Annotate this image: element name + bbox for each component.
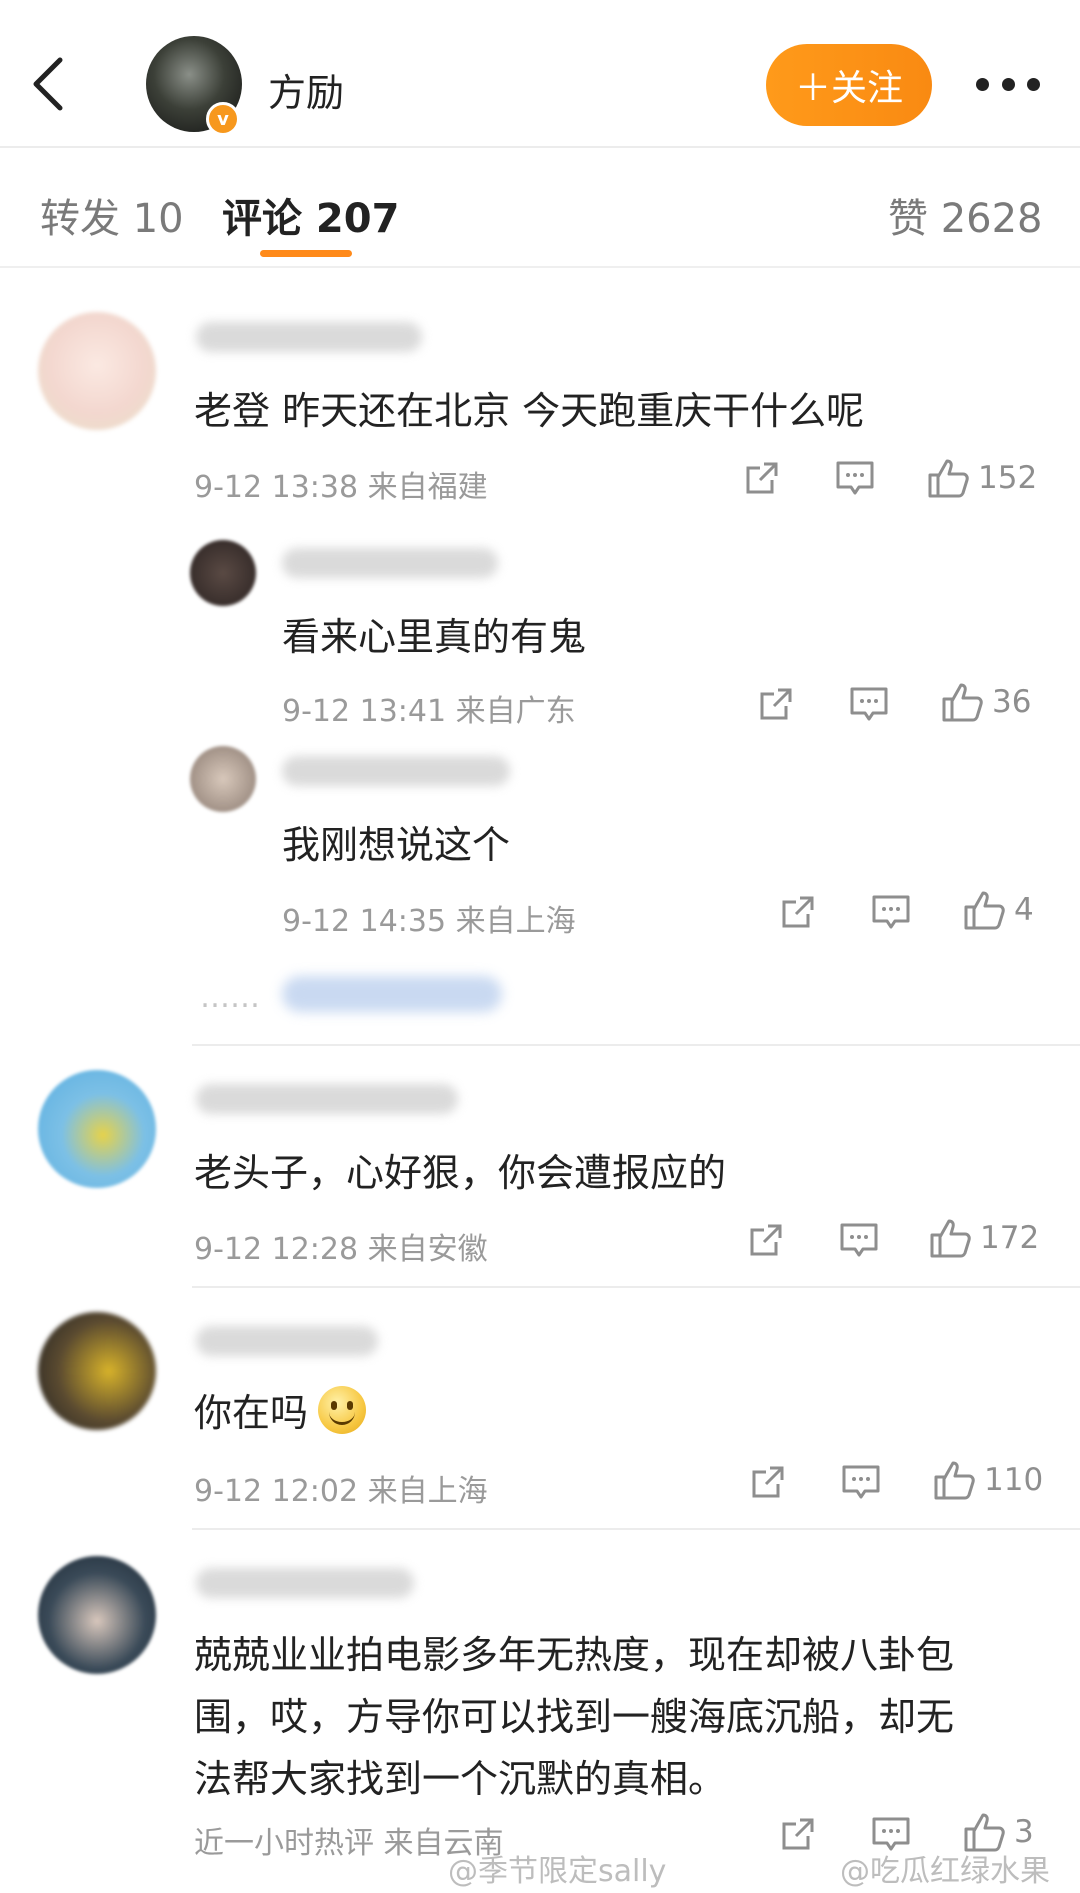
like-button[interactable]: 4	[962, 888, 1034, 932]
reply-text: 我刚想说这个	[282, 823, 511, 867]
share-icon	[746, 462, 778, 494]
share-icon	[752, 1466, 784, 1498]
comment-icon	[836, 461, 874, 495]
commenter-name-blurred	[196, 1084, 458, 1114]
divider	[192, 1528, 1080, 1530]
comment-text: 你在吗	[194, 1382, 367, 1437]
commenter-name-blurred	[282, 548, 498, 578]
share-button[interactable]	[778, 1814, 818, 1854]
share-icon	[782, 896, 814, 928]
share-icon	[760, 688, 792, 720]
more-dots-icon[interactable]	[976, 78, 1040, 92]
reply-button[interactable]	[870, 892, 912, 932]
like-button[interactable]: 172	[928, 1216, 1039, 1260]
back-button[interactable]	[30, 56, 70, 112]
commenter-name-blurred	[282, 756, 510, 786]
share-button[interactable]	[742, 458, 782, 498]
comment-text-line: 兢兢业业拍电影多年无热度，现在却被八卦包	[194, 1633, 955, 1677]
comment-meta: 9-12 12:02 来自上海	[194, 1474, 488, 1509]
more-replies-link-blurred[interactable]	[282, 976, 502, 1012]
comment-meta: 9-12 12:28 来自安徽	[194, 1232, 488, 1267]
thumbs-up-icon	[928, 459, 969, 498]
thumbs-up-icon	[930, 1219, 971, 1258]
comment-icon	[842, 1465, 880, 1499]
smile-emoji-icon	[318, 1386, 367, 1434]
chevron-left-icon	[33, 57, 63, 111]
comment-meta: 9-12 13:38 来自福建	[194, 470, 488, 505]
thumbs-up-icon	[964, 891, 1005, 930]
reply-meta: 9-12 14:35 来自上海	[282, 904, 576, 939]
like-button[interactable]: 152	[926, 456, 1037, 500]
share-icon	[750, 1224, 782, 1256]
avatar[interactable]	[190, 540, 256, 606]
commenter-name-blurred	[196, 1568, 414, 1598]
watermark-right: @吃瓜红绿水果	[840, 1854, 1050, 1889]
avatar[interactable]	[38, 312, 156, 430]
share-button[interactable]	[778, 892, 818, 932]
reply-text: 看来心里真的有鬼	[282, 615, 587, 659]
watermark-left: @季节限定sally	[448, 1854, 667, 1889]
like-count: 152	[978, 460, 1038, 496]
share-button[interactable]	[756, 684, 796, 724]
tab-comments[interactable]: 评论 207	[222, 186, 399, 244]
tab-bar: 转发 10 评论 207 赞 2628	[0, 150, 1080, 268]
like-button[interactable]: 110	[932, 1458, 1043, 1502]
divider	[192, 1044, 1080, 1046]
like-count: 110	[984, 1462, 1044, 1498]
reply-meta: 9-12 13:41 来自广东	[282, 694, 576, 729]
reply-button[interactable]	[848, 684, 890, 724]
comment-text-line: 围，哎，方导你可以找到一艘海底沉船，却无	[194, 1695, 955, 1739]
comment-icon	[840, 1223, 878, 1257]
avatar[interactable]	[190, 746, 256, 812]
tab-likes[interactable]: 赞 2628	[888, 186, 1043, 244]
avatar[interactable]	[38, 1556, 156, 1674]
commenter-name-blurred	[196, 322, 422, 352]
reply-button[interactable]	[840, 1462, 882, 1502]
share-button[interactable]	[746, 1220, 786, 1260]
active-tab-indicator	[260, 250, 352, 257]
avatar[interactable]	[38, 1312, 156, 1430]
commenter-name-blurred	[196, 1326, 378, 1356]
share-icon	[782, 1818, 814, 1850]
more-replies-dots: ……	[200, 980, 260, 1015]
like-count: 3	[1014, 1814, 1034, 1850]
comment-text-line: 法帮大家找到一个沉默的真相。	[194, 1757, 727, 1801]
username[interactable]: 方励	[268, 62, 344, 117]
share-button[interactable]	[748, 1462, 788, 1502]
divider	[192, 1286, 1080, 1288]
like-button[interactable]: 36	[940, 680, 1031, 724]
comment-text: 老登 昨天还在北京 今天跑重庆干什么呢	[194, 389, 865, 433]
like-count: 36	[992, 684, 1032, 720]
top-bar: v 方励 ＋关注	[0, 0, 1080, 148]
tab-repost[interactable]: 转发 10	[40, 186, 184, 244]
avatar[interactable]	[38, 1070, 156, 1188]
comment-text: 老头子，心好狠，你会遭报应的	[194, 1151, 727, 1195]
like-count: 172	[980, 1220, 1040, 1256]
like-count: 4	[1014, 892, 1034, 928]
reply-button[interactable]	[838, 1220, 880, 1260]
thumbs-up-icon	[942, 683, 983, 722]
thumbs-up-icon	[934, 1461, 975, 1500]
comment-icon	[850, 687, 888, 721]
follow-button[interactable]: ＋关注	[766, 44, 932, 126]
reply-button[interactable]	[834, 458, 876, 498]
comment-icon	[872, 895, 910, 929]
verified-badge: v	[206, 102, 240, 136]
